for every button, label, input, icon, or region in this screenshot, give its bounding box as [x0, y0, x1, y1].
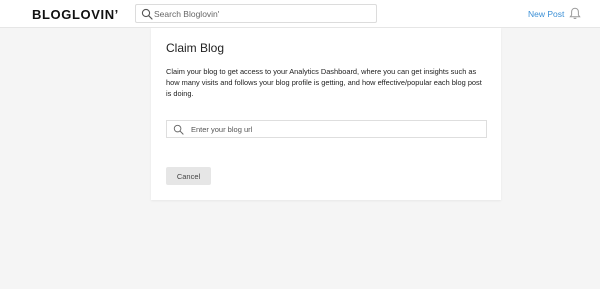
- search-input[interactable]: [154, 6, 369, 21]
- page-title: Claim Blog: [166, 41, 225, 55]
- search-icon: [141, 8, 153, 20]
- search-icon: [173, 124, 184, 135]
- blog-url-field[interactable]: [166, 120, 487, 138]
- cancel-button[interactable]: Cancel: [166, 167, 211, 185]
- bell-icon[interactable]: [569, 7, 581, 20]
- top-navigation-bar: BLOGLOVIN’ New Post: [0, 0, 600, 28]
- search-box[interactable]: [135, 4, 377, 23]
- claim-blog-description: Claim your blog to get access to your An…: [166, 67, 482, 98]
- blog-url-input[interactable]: [191, 122, 481, 136]
- claim-blog-card: Claim Blog Claim your blog to get access…: [151, 28, 501, 200]
- bloglovin-logo[interactable]: BLOGLOVIN’: [32, 7, 119, 22]
- new-post-link[interactable]: New Post: [528, 9, 564, 19]
